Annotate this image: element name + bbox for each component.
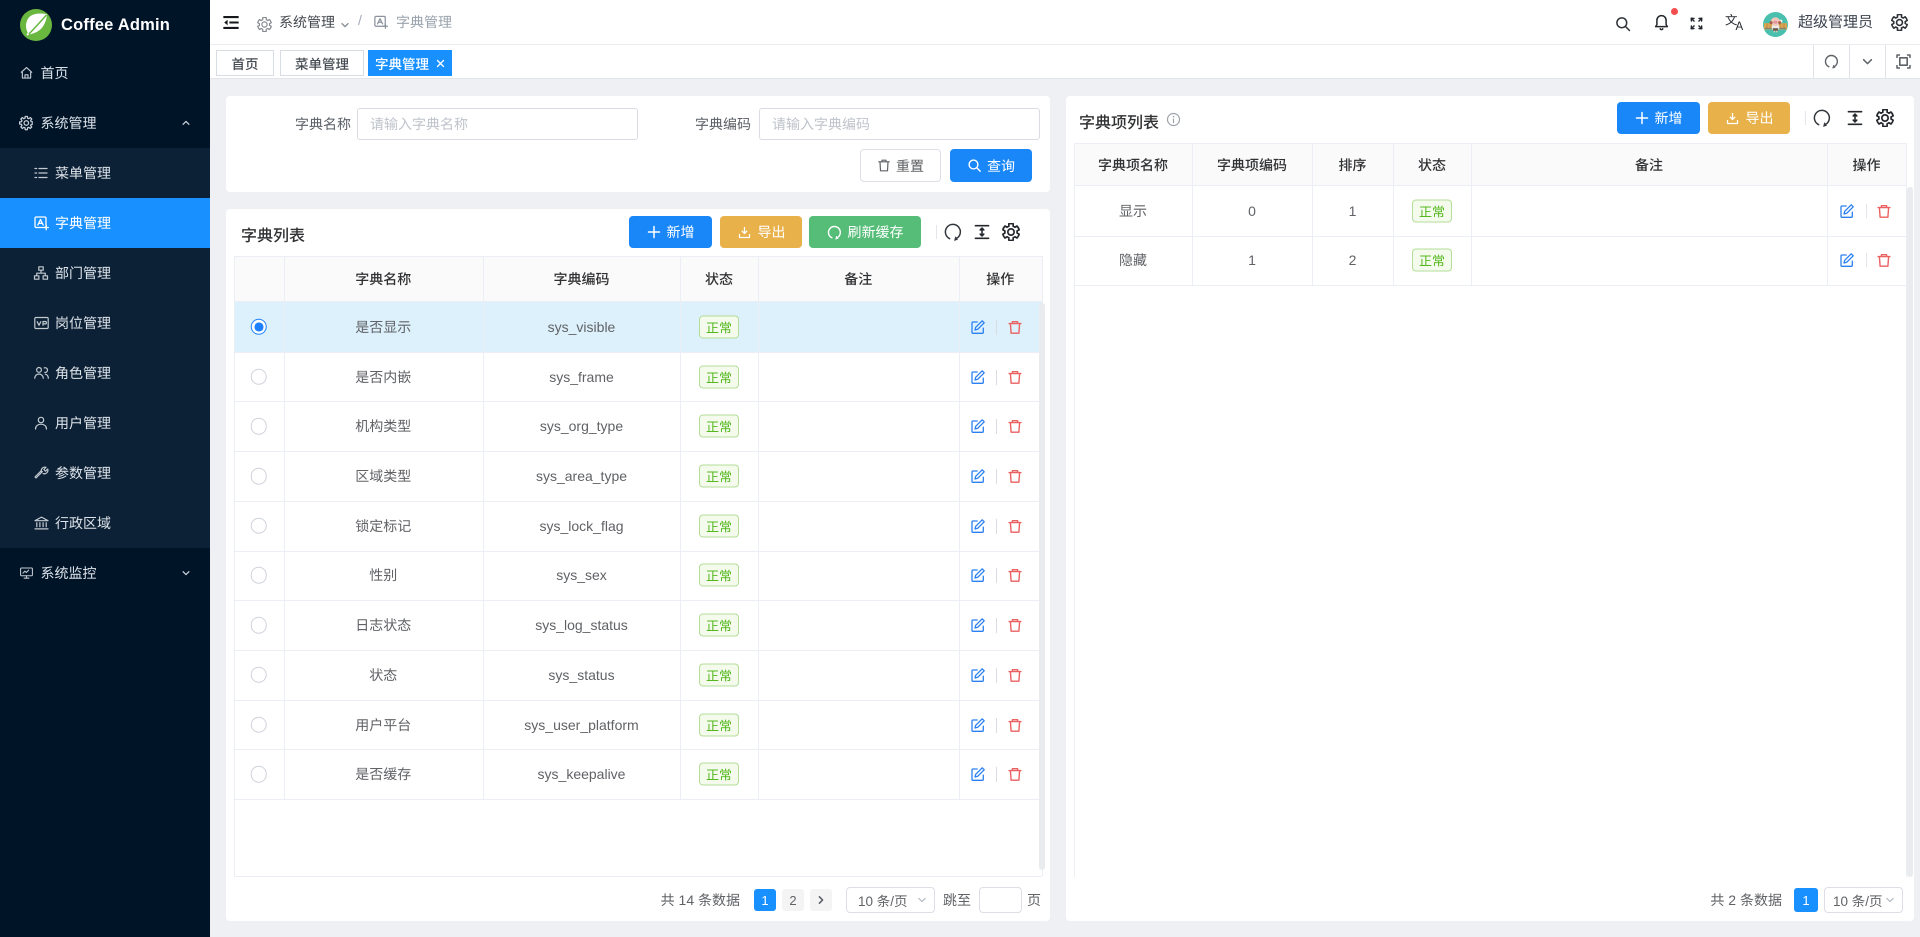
svg-text:A: A: [1736, 21, 1744, 31]
